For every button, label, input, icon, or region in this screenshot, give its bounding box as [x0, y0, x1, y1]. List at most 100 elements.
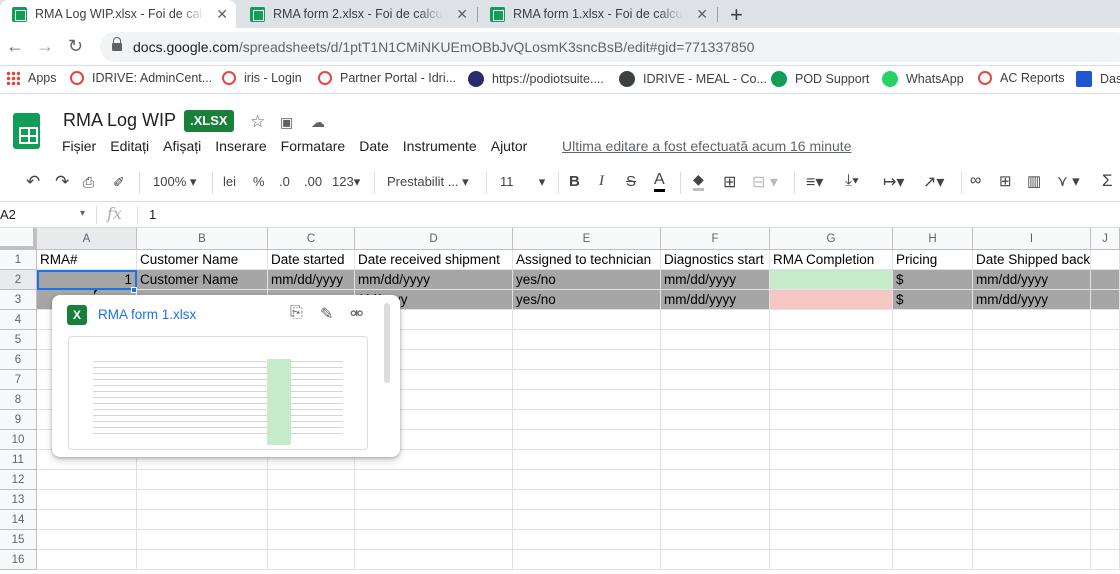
star-icon[interactable]: ☆: [250, 112, 265, 132]
linked-file-name[interactable]: RMA form 1.xlsx: [98, 307, 196, 322]
cell-h7[interactable]: [893, 370, 973, 390]
back-icon[interactable]: ←: [6, 36, 24, 57]
row-header-13[interactable]: 13: [0, 490, 37, 510]
bookmark-partner-portal[interactable]: Partner Portal - Idri...: [318, 71, 456, 85]
cell-i4[interactable]: [973, 310, 1091, 330]
name-box-dropdown-icon[interactable]: ▾: [80, 208, 85, 219]
column-header-d[interactable]: D: [355, 228, 513, 250]
cell-e1[interactable]: Assigned to technician: [513, 250, 661, 270]
cell-h15[interactable]: [893, 530, 973, 550]
borders-icon[interactable]: ⊞: [723, 172, 736, 192]
cell-j14[interactable]: [1091, 510, 1120, 530]
cell-f8[interactable]: [661, 390, 770, 410]
align-vertical-icon[interactable]: ⤓▾: [845, 172, 859, 190]
row-header-10[interactable]: 10: [0, 430, 37, 450]
cell-h1[interactable]: Pricing: [893, 250, 973, 270]
fill-color-icon[interactable]: ◆: [693, 171, 704, 191]
bookmark-podiotsuite[interactable]: https://podiotsuite....: [468, 71, 604, 87]
cell-i5[interactable]: [973, 330, 1091, 350]
cell-b1[interactable]: Customer Name: [137, 250, 268, 270]
cell-b15[interactable]: [137, 530, 268, 550]
cell-f15[interactable]: [661, 530, 770, 550]
cell-f10[interactable]: [661, 430, 770, 450]
text-wrap-icon[interactable]: ↦▾: [883, 172, 904, 192]
zoom-select[interactable]: 100% ▾: [153, 174, 196, 190]
cell-j1[interactable]: [1091, 250, 1120, 270]
cell-j7[interactable]: [1091, 370, 1120, 390]
cell-g2[interactable]: [770, 270, 893, 290]
cell-g8[interactable]: [770, 390, 893, 410]
menu-edit[interactable]: Editați: [110, 138, 149, 154]
fill-handle[interactable]: [131, 287, 137, 293]
bookmark-idrive-meal[interactable]: IDRIVE - MEAL - Co...: [619, 71, 767, 87]
cell-f4[interactable]: [661, 310, 770, 330]
cell-i14[interactable]: [973, 510, 1091, 530]
doc-title[interactable]: RMA Log WIP: [63, 110, 176, 131]
cell-i8[interactable]: [973, 390, 1091, 410]
cell-j5[interactable]: [1091, 330, 1120, 350]
row-header-3[interactable]: 3: [0, 290, 37, 310]
cell-d1[interactable]: Date received shipment: [355, 250, 513, 270]
text-color-button[interactable]: A: [654, 171, 665, 192]
print-icon[interactable]: ⎙: [83, 174, 94, 191]
cell-g6[interactable]: [770, 350, 893, 370]
row-header-14[interactable]: 14: [0, 510, 37, 530]
row-header-1[interactable]: 1: [0, 250, 37, 270]
row-header-6[interactable]: 6: [0, 350, 37, 370]
cell-h5[interactable]: [893, 330, 973, 350]
column-header-c[interactable]: C: [268, 228, 355, 250]
unlink-icon[interactable]: ⚮: [350, 304, 363, 324]
name-box[interactable]: A2: [0, 207, 16, 222]
insert-link-icon[interactable]: ∞: [970, 172, 981, 190]
cell-f7[interactable]: [661, 370, 770, 390]
cell-f12[interactable]: [661, 470, 770, 490]
select-all-corner[interactable]: [0, 228, 37, 250]
browser-tab-rma-form-2[interactable]: RMA form 2.xlsx - Foi de calcul Google ✕: [238, 0, 476, 28]
cell-a1[interactable]: RMA#: [37, 250, 137, 270]
cell-f1[interactable]: Diagnostics start: [661, 250, 770, 270]
row-header-11[interactable]: 11: [0, 450, 37, 470]
row-header-7[interactable]: 7: [0, 370, 37, 390]
cell-g16[interactable]: [770, 550, 893, 570]
menu-view[interactable]: Afișați: [163, 138, 201, 154]
cell-h6[interactable]: [893, 350, 973, 370]
cell-j2[interactable]: [1091, 270, 1120, 290]
file-thumbnail[interactable]: [68, 336, 368, 450]
row-header-8[interactable]: 8: [0, 390, 37, 410]
bookmark-idrive-admin[interactable]: IDRIVE: AdminCent...: [70, 71, 212, 85]
merge-cells-icon[interactable]: ⊟ ▾: [752, 172, 778, 192]
cell-b16[interactable]: [137, 550, 268, 570]
percent-format-button[interactable]: %: [253, 174, 265, 189]
font-size-select[interactable]: 11 ▾: [500, 174, 545, 190]
cell-i11[interactable]: [973, 450, 1091, 470]
cell-e8[interactable]: [513, 390, 661, 410]
italic-button[interactable]: I: [599, 173, 604, 190]
cell-h13[interactable]: [893, 490, 973, 510]
cell-b12[interactable]: [137, 470, 268, 490]
cell-j8[interactable]: [1091, 390, 1120, 410]
strikethrough-button[interactable]: S: [626, 173, 636, 190]
cell-a16[interactable]: [37, 550, 137, 570]
cell-e10[interactable]: [513, 430, 661, 450]
cell-e12[interactable]: [513, 470, 661, 490]
forward-icon[interactable]: →: [36, 36, 54, 57]
cell-d2[interactable]: mm/dd/yyyy: [355, 270, 513, 290]
cell-g5[interactable]: [770, 330, 893, 350]
row-header-4[interactable]: 4: [0, 310, 37, 330]
cell-e13[interactable]: [513, 490, 661, 510]
move-folder-icon[interactable]: ▣: [280, 114, 293, 131]
column-header-b[interactable]: B: [137, 228, 268, 250]
cell-d14[interactable]: [355, 510, 513, 530]
cell-i9[interactable]: [973, 410, 1091, 430]
column-header-h[interactable]: H: [893, 228, 973, 250]
cell-h16[interactable]: [893, 550, 973, 570]
cell-i6[interactable]: [973, 350, 1091, 370]
cell-g13[interactable]: [770, 490, 893, 510]
cell-d16[interactable]: [355, 550, 513, 570]
cell-j13[interactable]: [1091, 490, 1120, 510]
cell-e7[interactable]: [513, 370, 661, 390]
insert-comment-icon[interactable]: ⊞: [999, 172, 1012, 190]
cell-b2[interactable]: Customer Name: [137, 270, 268, 290]
redo-icon[interactable]: ↷: [55, 172, 69, 192]
row-header-12[interactable]: 12: [0, 470, 37, 490]
